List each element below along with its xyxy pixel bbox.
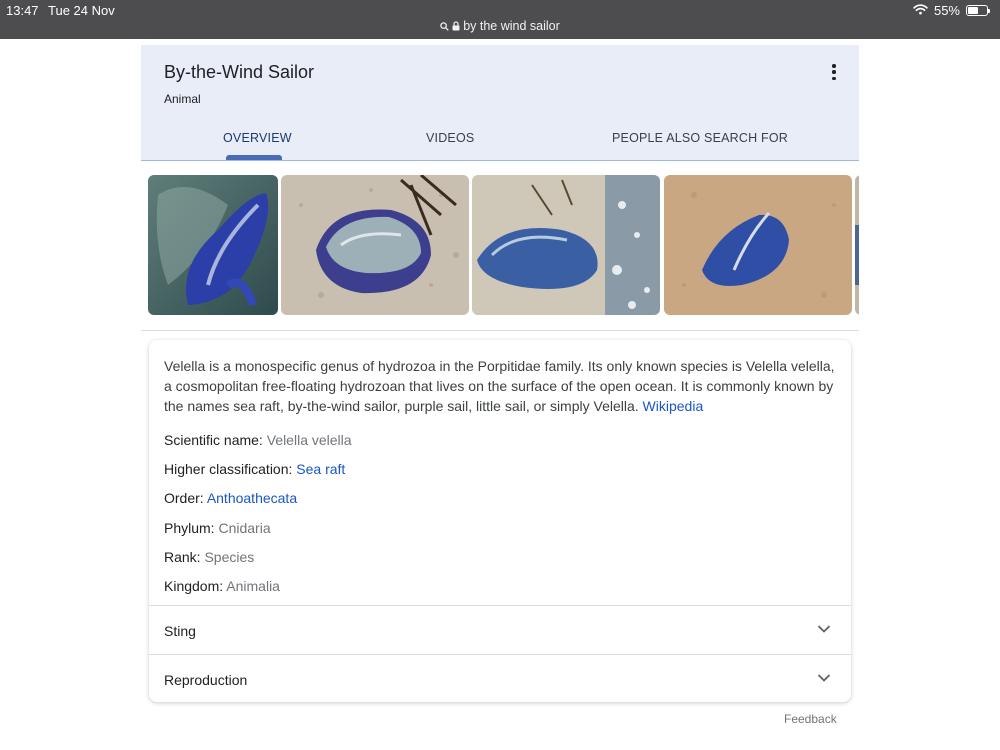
fact-kingdom: Kingdom: Animalia [164,578,280,594]
tab-people-also-search-for[interactable]: PEOPLE ALSO SEARCH FOR [612,131,788,145]
chevron-down-icon[interactable] [817,670,831,688]
accordion-sting[interactable]: Sting [149,605,851,654]
fact-higher-classification: Higher classification: Sea raft [164,461,345,477]
overview-card: Velella is a monospecific genus of hydro… [149,340,851,702]
url-text: by the wind sailor [463,19,560,33]
fact-order: Order: Anthoathecata [164,490,297,506]
page-title: By-the-Wind Sailor [164,62,315,82]
chevron-down-icon[interactable] [817,621,831,639]
fact-label: Rank: [164,549,201,565]
fact-label: Kingdom: [164,578,224,594]
image-thumbnail[interactable] [664,175,852,315]
status-bar: 13:47 Tue 24 Nov by the wind sailor 55% [0,0,1000,39]
feedback-link[interactable]: Feedback [784,712,837,726]
image-carousel[interactable] [141,161,859,331]
search-icon [440,20,449,34]
more-options-icon[interactable] [827,63,841,81]
battery-percent: 55% [933,3,960,18]
fact-label: Order: [164,490,204,506]
sea-raft-link[interactable]: Sea raft [296,461,345,477]
fact-rank: Rank: Species [164,549,254,565]
address-bar[interactable]: by the wind sailor [0,19,1000,34]
image-thumbnail[interactable] [472,175,660,315]
fact-value: Animalia [226,578,280,594]
fact-phylum: Phylum: Cnidaria [164,520,271,536]
image-thumbnail[interactable] [281,175,469,315]
description-text: Velella is a monospecific genus of hydro… [164,358,835,414]
image-thumbnail[interactable] [148,175,278,315]
wifi-icon [913,3,928,18]
tab-videos[interactable]: VIDEOS [426,131,474,145]
fact-value: Cnidaria [218,520,271,536]
description: Velella is a monospecific genus of hydro… [164,356,844,416]
anthoathecata-link[interactable]: Anthoathecata [207,490,297,506]
accordion-reproduction[interactable]: Reproduction [149,654,851,702]
lock-icon [452,20,460,34]
fact-value: Velella velella [266,432,352,448]
fact-scientific-name: Scientific name: Velella velella [164,432,352,448]
status-right: 55% [913,3,990,18]
page-subtitle: Animal [164,92,201,106]
battery-icon [966,5,990,16]
image-thumbnail[interactable] [855,175,859,315]
fact-label: Scientific name: [164,432,263,448]
status-date: Tue 24 Nov [48,3,115,18]
fact-value: Species [204,549,255,565]
fact-label: Higher classification: [164,461,293,477]
wikipedia-link[interactable]: Wikipedia [643,398,704,414]
fact-label: Phylum: [164,520,215,536]
accordion-label: Sting [164,623,196,639]
active-tab-indicator [226,155,282,160]
tab-overview[interactable]: OVERVIEW [223,131,292,145]
accordion-label: Reproduction [164,672,248,688]
knowledge-panel-header: By-the-Wind Sailor Animal OVERVIEW VIDEO… [141,45,859,161]
status-time: 13:47 [6,3,39,18]
